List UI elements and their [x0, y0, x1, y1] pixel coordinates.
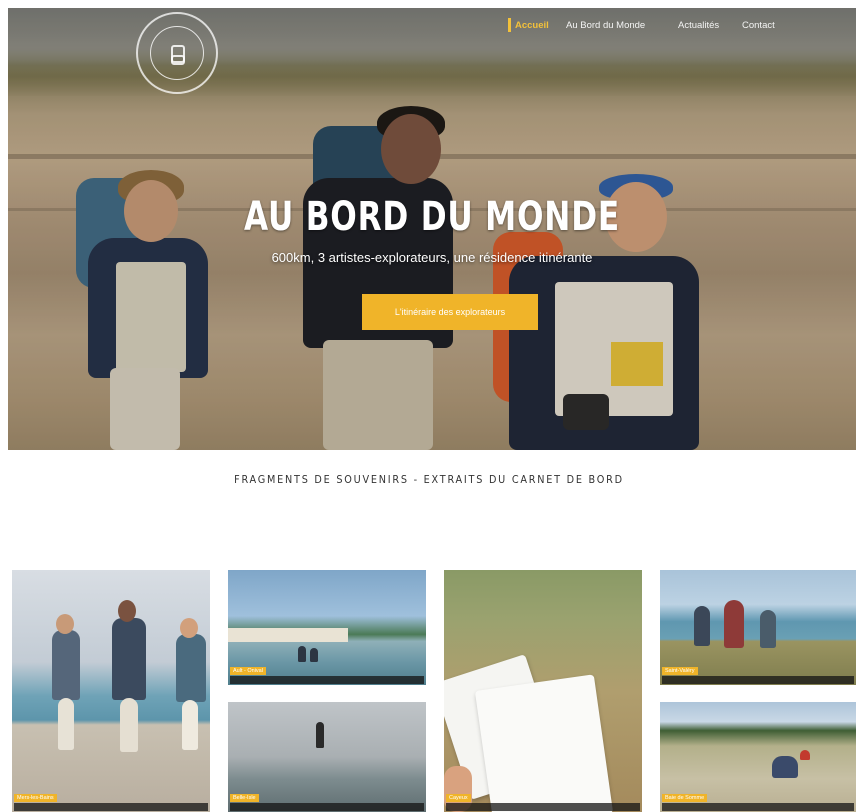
card-desc [446, 803, 640, 811]
hiker-head [118, 600, 136, 622]
hiker-figure [760, 610, 776, 648]
hiker-figure [316, 722, 324, 748]
card-desc [14, 803, 208, 811]
backpack [800, 750, 810, 760]
card-caption: Belle-Isle [228, 794, 426, 812]
card-tag: Cayeux [446, 794, 471, 802]
card-caption: Baie de Somme [660, 794, 856, 812]
gallery-card-6[interactable]: Baie de Somme [660, 702, 856, 812]
nav-active-indicator [508, 18, 511, 32]
hiker-figure [52, 630, 80, 700]
card-desc [230, 803, 424, 811]
hiker-figure [310, 648, 318, 662]
hero-title: AU BORD DU MONDE [244, 194, 620, 240]
nav-item-au-bord-du-monde[interactable]: Au Bord du Monde [566, 20, 645, 31]
card-tag: Baie de Somme [662, 794, 708, 802]
card-tag: Saint-Valéry [662, 667, 698, 675]
main-nav: Accueil Au Bord du Monde Actualités Cont… [8, 18, 856, 40]
hero-subtitle: 600km, 3 artistes-explorateurs, une rési… [271, 250, 593, 265]
hiker-legs [120, 698, 138, 752]
nav-item-accueil[interactable]: Accueil [515, 20, 549, 31]
hiker-figure [724, 600, 744, 648]
hiker-head [56, 614, 74, 634]
nav-item-contact[interactable]: Contact [742, 20, 775, 31]
notebook-page [474, 674, 614, 812]
card-tag: Belle-Isle [230, 794, 259, 802]
card-caption: Mers-les-Bains [12, 794, 210, 812]
hero-banner: Accueil Au Bord du Monde Actualités Cont… [8, 8, 856, 450]
gallery-card-4[interactable]: Cayeux [444, 570, 642, 812]
hiker-legs [182, 700, 198, 750]
card-desc [662, 676, 854, 684]
card-desc [662, 803, 854, 811]
gallery-card-2[interactable]: Ault - Onival [228, 570, 426, 685]
nav-item-actualites[interactable]: Actualités [678, 20, 719, 31]
hiker-figure [176, 634, 206, 702]
section-title: FRAGMENTS DE SOUVENIRS - EXTRAITS DU CAR… [234, 473, 624, 486]
gallery-card-3[interactable]: Belle-Isle [228, 702, 426, 812]
card-caption: Saint-Valéry [660, 667, 856, 685]
card-tag: Ault - Onival [230, 667, 266, 675]
hiker-figure [298, 646, 306, 662]
card-caption: Ault - Onival [228, 667, 426, 685]
hiker-figure [694, 606, 710, 646]
card-desc [230, 676, 424, 684]
hiker-legs [58, 698, 74, 750]
cliff-houses [228, 628, 348, 642]
hiker-figure [112, 618, 146, 700]
hiker-head [180, 618, 198, 638]
hiker-figure [772, 756, 798, 778]
itinerary-button[interactable]: L'itinéraire des explorateurs [362, 294, 538, 330]
card-tag: Mers-les-Bains [14, 794, 57, 802]
gallery-card-1[interactable]: Mers-les-Bains [12, 570, 210, 812]
gallery-card-5[interactable]: Saint-Valéry [660, 570, 856, 685]
card-caption: Cayeux [444, 794, 642, 812]
